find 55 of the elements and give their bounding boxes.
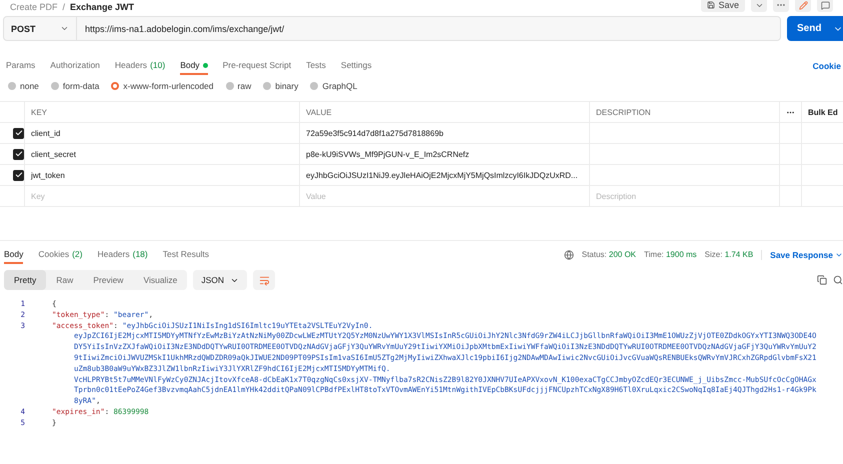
- breadcrumb-separator: /: [62, 2, 66, 12]
- save-response-button[interactable]: Save Response: [761, 250, 843, 260]
- body-type-radio[interactable]: none: [8, 81, 39, 91]
- request-title: Exchange JWT: [70, 2, 134, 12]
- body-type-radio[interactable]: form-data: [50, 81, 100, 91]
- bulk-edit-link[interactable]: Bulk Ed: [808, 108, 838, 116]
- table-cell: jwt_token: [24, 165, 299, 185]
- column-header: KEY: [24, 102, 299, 122]
- table-cell: eyJhbGciOiJSUzI1NiJ9.eyJleHAiOjE2MjcxMjY5MjQsImlzcyI6IkJDQzUxRD...: [299, 165, 589, 185]
- save-button[interactable]: Save: [701, 0, 745, 12]
- table-cell: client_id: [24, 123, 299, 143]
- response-tab[interactable]: Test Results: [162, 246, 210, 264]
- comment-icon[interactable]: [817, 0, 833, 12]
- time-text: Time: 1900 ms: [644, 250, 697, 259]
- row-checkbox[interactable]: [13, 148, 24, 160]
- floppy-icon: [707, 1, 716, 9]
- body-type-radio[interactable]: raw: [226, 81, 252, 91]
- send-button[interactable]: Send: [787, 16, 843, 41]
- view-mode-tab[interactable]: Visualize: [133, 270, 188, 290]
- caret-icon: [60, 24, 69, 33]
- request-tab[interactable]: Params: [6, 57, 36, 75]
- response-tab[interactable]: Headers (18): [97, 246, 148, 264]
- globe-icon: [564, 250, 574, 260]
- body-type-radio[interactable]: x-www-form-urlencoded: [111, 81, 214, 91]
- view-mode-tab[interactable]: Preview: [83, 270, 134, 290]
- response-tab[interactable]: Cookies (2): [38, 246, 82, 264]
- response-tab[interactable]: Body: [4, 246, 24, 264]
- table-cell: client_secret: [24, 144, 299, 164]
- request-tab[interactable]: Tests: [306, 57, 326, 75]
- request-tab[interactable]: Body: [180, 57, 208, 75]
- view-mode-tab[interactable]: Raw: [46, 270, 84, 290]
- breadcrumb-link[interactable]: Create PDF: [10, 2, 58, 12]
- status-text: Status: 200 OK: [582, 250, 636, 259]
- wrap-lines-icon: [258, 274, 270, 286]
- search-icon[interactable]: [833, 275, 843, 285]
- caret-icon[interactable]: [751, 0, 767, 12]
- view-mode-tab[interactable]: Pretty: [4, 270, 46, 290]
- table-cell: p8e-kU9iSVWs_Mf9PjGUN-v_E_Im2sCRNefz: [299, 144, 589, 164]
- request-tab[interactable]: Settings: [340, 57, 372, 75]
- cookies-link[interactable]: Cookie: [812, 61, 841, 71]
- row-checkbox[interactable]: [13, 170, 24, 180]
- column-header: DESCRIPTION: [589, 102, 779, 122]
- column-header: VALUE: [299, 102, 589, 122]
- wrap-lines-button[interactable]: [253, 270, 275, 290]
- copy-icon[interactable]: [817, 275, 827, 285]
- row-checkbox[interactable]: [13, 128, 24, 138]
- table-cell: 72a59e3f5c914d7d8f1a275d7818869b: [299, 123, 589, 143]
- request-tab[interactable]: Headers (10): [114, 57, 166, 75]
- format-dropdown[interactable]: JSON: [193, 270, 247, 290]
- body-type-radio[interactable]: binary: [263, 81, 298, 91]
- request-tab[interactable]: Pre-request Script: [222, 57, 292, 75]
- size-text: Size: 1.74 KB: [704, 250, 754, 259]
- pencil-icon[interactable]: [795, 0, 811, 12]
- request-tab[interactable]: Authorization: [50, 57, 100, 75]
- body-type-radio[interactable]: GraphQL: [310, 81, 358, 91]
